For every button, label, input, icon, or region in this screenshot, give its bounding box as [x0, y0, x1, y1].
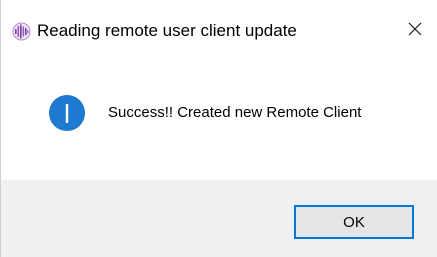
close-button[interactable]: [392, 14, 437, 48]
ok-button[interactable]: OK: [294, 205, 414, 239]
message-dialog: Reading remote user client update Succes…: [0, 0, 437, 257]
button-bar: OK: [1, 180, 437, 257]
info-icon: [48, 94, 86, 132]
message-area: Success!! Created new Remote Client: [1, 62, 437, 180]
window-title: Reading remote user client update: [37, 21, 297, 40]
title-bar[interactable]: Reading remote user client update: [1, 0, 437, 62]
close-icon: [407, 21, 423, 42]
message-text: Success!! Created new Remote Client: [108, 104, 362, 121]
audio-wave-app-icon: [12, 22, 31, 41]
